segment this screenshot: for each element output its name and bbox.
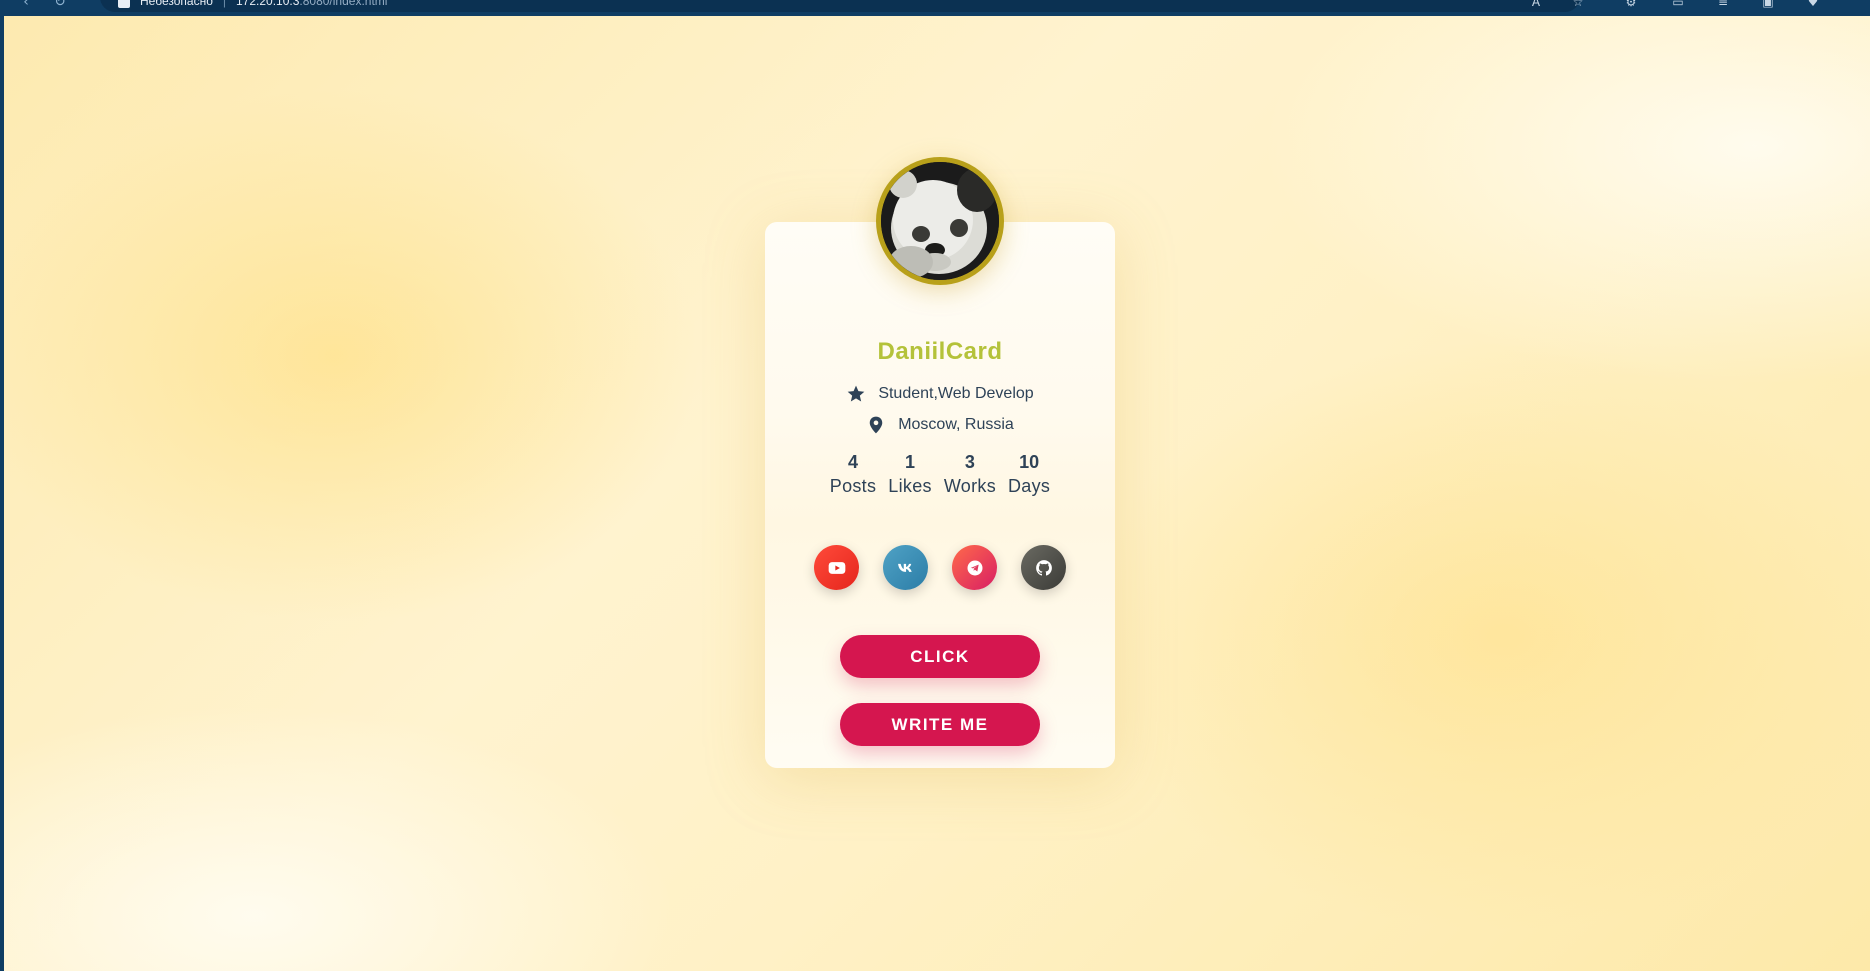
extensions-icon[interactable]: ⚙: [1623, 0, 1639, 10]
stat-posts: 4 Posts: [830, 450, 877, 498]
click-button[interactable]: CLICK: [840, 635, 1040, 678]
github-icon: [1035, 559, 1052, 576]
split-screen-icon[interactable]: ▭: [1670, 0, 1686, 10]
profile-role: Student,Web Develop: [878, 385, 1034, 402]
site-label: Небезопасно: [140, 0, 213, 8]
stat-label: Works: [943, 476, 996, 496]
vk-icon: [897, 563, 912, 572]
write-me-button[interactable]: WRITE ME: [840, 703, 1040, 746]
star-icon: [846, 384, 866, 404]
stat-value: 10: [1019, 452, 1040, 472]
read-aloud-icon[interactable]: A: [1528, 0, 1544, 10]
stats-row: 4 Posts 1 Likes 3 Works 10 Days: [765, 450, 1115, 498]
youtube-icon: [828, 561, 845, 574]
vk-link[interactable]: [883, 545, 928, 590]
role-row: Student,Web Develop: [765, 382, 1115, 406]
map-marker-icon: [866, 415, 886, 435]
favorite-icon[interactable]: ☆: [1570, 0, 1586, 10]
location-row: Moscow, Russia: [765, 413, 1115, 437]
youtube-link[interactable]: [814, 545, 859, 590]
browser-essentials-icon[interactable]: ♥: [1805, 0, 1821, 10]
stat-value: 4: [848, 452, 859, 472]
profile-location: Moscow, Russia: [898, 416, 1014, 433]
address-text[interactable]: Небезопасно | 172.20.10.3:8080/index.html: [140, 0, 387, 8]
panda-photo: [881, 162, 999, 280]
back-icon[interactable]: ‹: [18, 0, 34, 10]
browser-toolbar: ‹ ↻ Небезопасно | 172.20.10.3:8080/index.h…: [0, 0, 1870, 16]
collections-icon[interactable]: ▣: [1760, 0, 1776, 10]
telegram-icon: [967, 560, 982, 575]
stat-works: 3 Works: [944, 450, 996, 498]
page-viewport: DaniilCard Student,Web Develop Moscow, R…: [4, 16, 1870, 971]
github-link[interactable]: [1021, 545, 1066, 590]
url-path: :8080/index.html: [299, 0, 388, 8]
stat-label: Likes: [888, 476, 932, 496]
telegram-link[interactable]: [952, 545, 997, 590]
stat-label: Days: [1008, 476, 1051, 496]
favorites-bar-icon[interactable]: ≡: [1715, 0, 1731, 10]
avatar: [876, 157, 1004, 285]
profile-name: DaniilCard: [877, 338, 1003, 365]
stat-value: 3: [964, 452, 975, 472]
warning-icon: [118, 0, 130, 8]
stat-days: 10 Days: [1008, 450, 1050, 498]
stat-label: Posts: [829, 476, 877, 496]
url-host: 172.20.10.3: [236, 0, 300, 8]
reload-icon[interactable]: ↻: [52, 0, 68, 10]
stat-likes: 1 Likes: [888, 450, 932, 498]
social-links: [765, 545, 1115, 590]
profile-card: DaniilCard Student,Web Develop Moscow, R…: [765, 157, 1115, 768]
stat-value: 1: [905, 452, 916, 472]
